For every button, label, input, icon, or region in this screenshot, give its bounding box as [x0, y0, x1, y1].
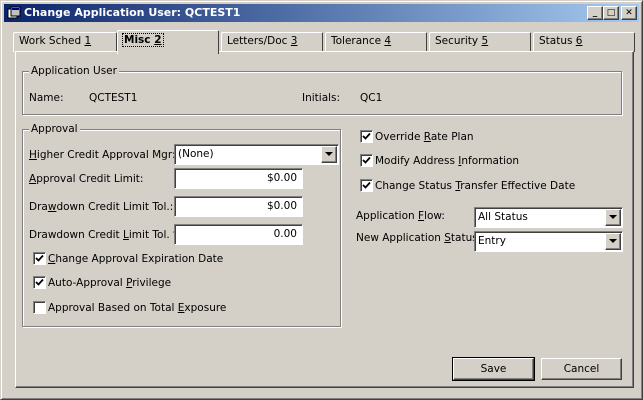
approval-group: Approval Higher Credit Approval Mgr: (No… — [22, 123, 341, 327]
change-approval-expiration-date-checkbox[interactable] — [33, 252, 46, 265]
higher-credit-approval-mgr-label: Higher Credit Approval Mgr: — [29, 149, 176, 161]
tab-letters-doc[interactable]: Letters/Doc 3 — [221, 32, 323, 52]
application-flow-value: All Status — [478, 211, 528, 223]
modify-address-information-checkbox[interactable] — [360, 154, 373, 167]
chevron-down-icon[interactable] — [605, 233, 621, 250]
tab-label: Status — [539, 35, 576, 47]
close-button[interactable]: ✕ — [621, 6, 637, 20]
chevron-down-icon[interactable] — [321, 146, 337, 163]
tab-accelerator: 4 — [384, 35, 392, 47]
new-application-status-select[interactable]: Entry — [474, 231, 623, 252]
change-application-user-window: Change Application User: QCTEST1 _ □ ✕ W… — [0, 0, 643, 400]
tab-label: Work Sched — [19, 35, 85, 47]
tab-label: Letters/Doc — [227, 35, 291, 47]
approval-legend: Approval — [29, 123, 80, 135]
override-rate-plan-label[interactable]: Override Rate Plan — [375, 131, 474, 143]
change-status-transfer-effective-date-label[interactable]: Change Status Transfer Effective Date — [375, 180, 575, 192]
application-icon — [7, 6, 21, 19]
tab-accelerator: 1 — [84, 35, 92, 47]
change-status-transfer-effective-date-checkbox[interactable] — [360, 179, 373, 192]
tab-accelerator: 3 — [290, 35, 298, 47]
higher-credit-approval-mgr-select[interactable]: (None) — [174, 144, 339, 165]
checkmark-icon — [35, 254, 44, 262]
window-title: Change Application User: QCTEST1 — [24, 6, 241, 19]
cancel-button[interactable]: Cancel — [541, 358, 622, 380]
application-user-legend: Application User — [29, 65, 119, 77]
auto-approval-privilege-checkbox[interactable] — [33, 276, 46, 289]
new-application-status-value: Entry — [478, 235, 506, 247]
tab-misc[interactable]: Misc 2 — [117, 30, 219, 54]
tab-label: Misc 2 — [122, 33, 164, 47]
application-flow-select[interactable]: All Status — [474, 207, 623, 228]
modify-address-information-label[interactable]: Modify Address Information — [375, 155, 519, 167]
save-button[interactable]: Save — [452, 357, 535, 381]
tab-work-sched[interactable]: Work Sched 1 — [13, 32, 117, 52]
checkmark-icon — [35, 278, 44, 286]
minimize-button[interactable]: _ — [587, 6, 603, 20]
higher-credit-approval-mgr-value: (None) — [178, 148, 214, 160]
maximize-button[interactable]: □ — [603, 6, 619, 20]
checkmark-icon — [362, 181, 371, 189]
checkmark-icon — [362, 132, 371, 140]
approval-based-on-total-exposure-label[interactable]: Approval Based on Total Exposure — [48, 302, 226, 314]
name-value: QCTEST1 — [89, 92, 138, 104]
change-approval-expiration-date-label[interactable]: Change Approval Expiration Date — [48, 253, 223, 265]
approval-based-on-total-exposure-checkbox[interactable] — [33, 301, 46, 314]
drawdown-credit-limit-tol-pct-label: Drawdown Credit Limit Tol. %: — [29, 229, 187, 241]
override-rate-plan-checkbox[interactable] — [360, 130, 373, 143]
drawdown-credit-limit-tol-input[interactable]: $0.00 — [174, 196, 303, 217]
tab-accelerator: 6 — [575, 35, 583, 47]
tab-security[interactable]: Security 5 — [429, 32, 531, 52]
tab-accelerator: 5 — [481, 35, 489, 47]
chevron-down-icon[interactable] — [605, 209, 621, 226]
application-flow-label: Application Flow: — [356, 210, 445, 222]
application-user-group: Application User Name: QCTEST1 Initials:… — [22, 65, 622, 115]
approval-credit-limit-input[interactable]: $0.00 — [174, 168, 303, 189]
drawdown-credit-limit-tol-label: Drawdown Credit Limit Tol.: — [29, 201, 174, 213]
checkmark-icon — [362, 156, 371, 164]
name-label: Name: — [29, 92, 64, 104]
auto-approval-privilege-label[interactable]: Auto-Approval Privilege — [48, 277, 171, 289]
title-bar: Change Application User: QCTEST1 _ □ ✕ — [4, 4, 639, 22]
new-application-status-label: New Application Status: — [356, 232, 482, 244]
approval-credit-limit-label: Approval Credit Limit: — [29, 173, 144, 185]
misc-tab-panel: Application User Name: QCTEST1 Initials:… — [15, 51, 634, 388]
tab-status[interactable]: Status 6 — [533, 32, 635, 52]
drawdown-credit-limit-tol-pct-input[interactable]: 0.00 — [174, 224, 303, 245]
tab-label: Tolerance — [331, 35, 385, 47]
tab-tolerance[interactable]: Tolerance 4 — [325, 32, 427, 52]
initials-label: Initials: — [302, 92, 341, 104]
tab-label: Security — [435, 35, 482, 47]
initials-value: QC1 — [360, 92, 383, 104]
